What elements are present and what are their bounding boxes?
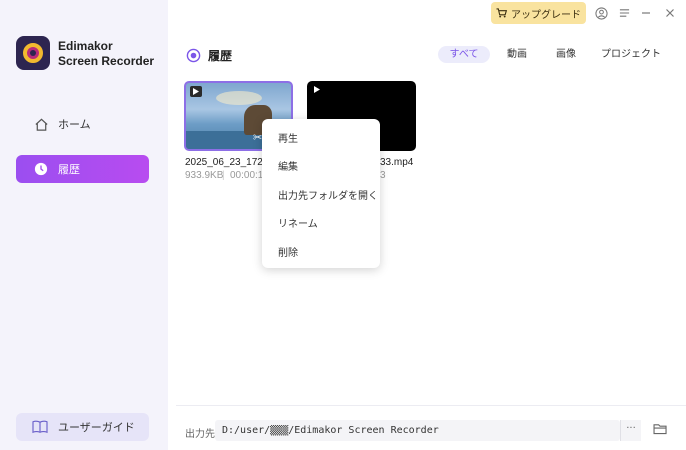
output-path-field[interactable]: [215, 420, 620, 441]
menu-item-delete[interactable]: 削除: [278, 244, 298, 259]
user-guide-button[interactable]: ユーザーガイド: [16, 413, 149, 441]
output-label: 出力先: [185, 429, 215, 440]
menu-item-open-folder[interactable]: 出力先フォルダを開く: [278, 187, 378, 202]
file-duration: 3: [380, 170, 386, 181]
book-icon: [32, 420, 48, 434]
close-icon[interactable]: [661, 4, 679, 22]
play-icon: [311, 84, 323, 95]
scissors-icon[interactable]: ✂: [253, 131, 262, 144]
tab-projects[interactable]: プロジェクト: [600, 46, 662, 63]
upgrade-button[interactable]: アップグレード: [491, 2, 586, 24]
menu-item-play[interactable]: 再生: [278, 130, 298, 145]
user-guide-label: ユーザーガイド: [58, 421, 135, 434]
app-logo-icon: [16, 36, 50, 70]
page-title-text: 履歴: [208, 49, 233, 63]
sidebar: Edimakor Screen Recorder ホーム 履歴 ユーザーガイド: [0, 0, 168, 450]
minimize-icon[interactable]: [637, 4, 655, 22]
page-title: 履歴: [186, 47, 232, 64]
cart-icon: [496, 8, 507, 18]
app-name: Edimakor Screen Recorder: [58, 39, 154, 69]
browse-more-button[interactable]: ···: [620, 420, 641, 441]
app-name-line2: Screen Recorder: [58, 54, 155, 68]
menu-item-edit[interactable]: 編集: [278, 158, 298, 173]
sidebar-item-history-label: 履歴: [58, 163, 80, 176]
sidebar-item-history[interactable]: 履歴: [16, 155, 149, 183]
menu-item-rename[interactable]: リネーム: [278, 215, 318, 230]
tab-images[interactable]: 画像: [549, 46, 583, 63]
clock-icon: [32, 160, 50, 178]
tab-all[interactable]: すべて: [438, 46, 490, 63]
sidebar-item-home[interactable]: ホーム: [16, 110, 149, 138]
file-name: 33.mp4: [380, 157, 414, 168]
record-icon: [186, 48, 201, 63]
file-size: 933.9KB: [185, 170, 224, 181]
menu-icon[interactable]: [615, 4, 633, 22]
upgrade-label: アップグレード: [511, 9, 581, 21]
play-icon: [190, 86, 202, 97]
home-icon: [32, 115, 50, 133]
app-name-line1: Edimakor: [58, 39, 113, 53]
folder-icon[interactable]: [653, 423, 669, 437]
account-icon[interactable]: [592, 4, 610, 22]
tab-videos[interactable]: 動画: [500, 46, 534, 63]
divider: [176, 405, 686, 406]
sidebar-item-home-label: ホーム: [58, 118, 91, 131]
context-menu: 再生 編集 出力先フォルダを開く リネーム 削除: [262, 119, 380, 268]
meta-divider: |: [222, 170, 225, 181]
